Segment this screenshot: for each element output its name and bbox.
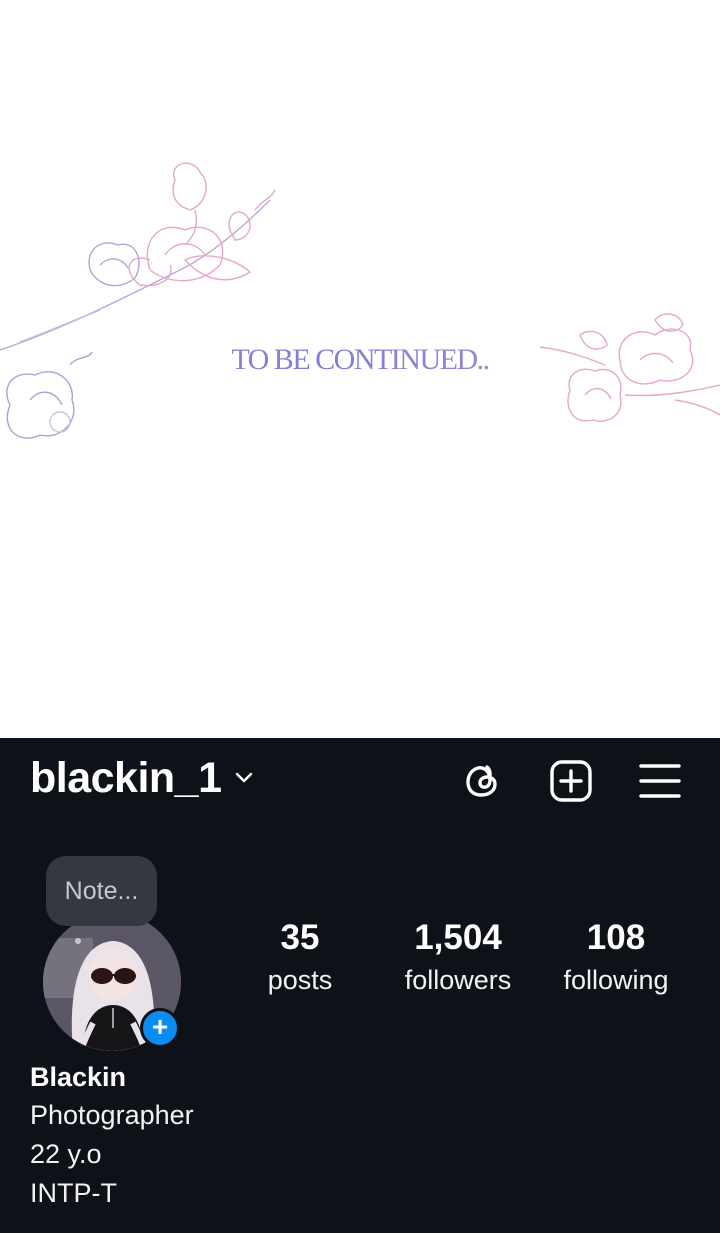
note-bubble[interactable]: Note... — [46, 856, 157, 926]
followers-count: 1,504 — [414, 918, 502, 957]
bio-line-age: 22 y.o — [30, 1139, 102, 1169]
threads-icon[interactable] — [459, 758, 505, 804]
menu-icon[interactable] — [637, 758, 683, 804]
following-count: 108 — [586, 918, 646, 957]
followers-label: followers — [404, 965, 512, 995]
magnolia-illustration-right — [539, 313, 720, 422]
comic-panel: TO BE CONTINUED.. — [0, 0, 720, 738]
stat-followers[interactable]: 1,504 followers — [388, 918, 528, 1002]
magnolia-illustration-left — [0, 162, 276, 439]
to-be-continued-caption: TO BE CONTINUED.. — [0, 343, 720, 377]
posts-count: 35 — [280, 918, 320, 957]
posts-label: posts — [267, 965, 333, 995]
following-label: following — [563, 965, 669, 995]
profile-display-name: Blackin — [30, 1062, 127, 1092]
chevron-down-icon[interactable] — [234, 768, 254, 788]
bio-line-occupation: Photographer — [30, 1100, 194, 1130]
stat-posts[interactable]: 35 posts — [250, 918, 350, 1002]
profile-screen: blackin_1 + Note... 35 posts 1,504 follo… — [0, 738, 720, 1233]
stat-following[interactable]: 108 following — [548, 918, 684, 1002]
bio-line-personality: INTP-T — [30, 1178, 117, 1208]
add-post-icon[interactable] — [548, 758, 594, 804]
add-story-button[interactable]: + — [140, 1008, 180, 1048]
profile-username[interactable]: blackin_1 — [30, 754, 222, 803]
